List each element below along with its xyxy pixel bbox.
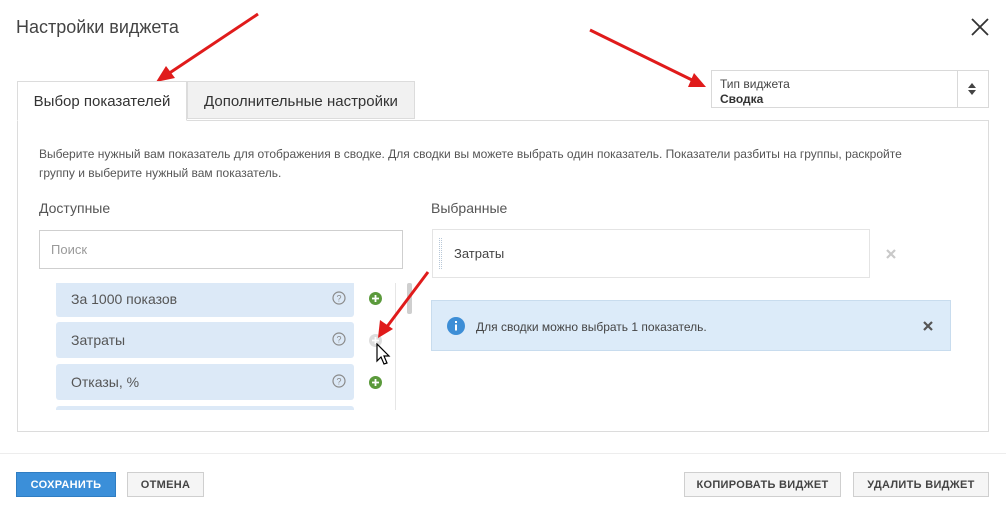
available-label: Доступные bbox=[39, 200, 111, 216]
selected-metric-label: Затраты bbox=[454, 246, 505, 261]
save-button[interactable]: СОХРАНИТЬ bbox=[16, 472, 116, 497]
plus-circle-icon[interactable] bbox=[369, 334, 382, 347]
info-text: Для сводки можно выбрать 1 показатель. bbox=[476, 320, 707, 334]
help-icon[interactable]: ? bbox=[332, 374, 346, 388]
svg-text:?: ? bbox=[336, 294, 341, 304]
metric-item-costs[interactable]: Затраты ? bbox=[56, 322, 354, 358]
dialog-title: Настройки виджета bbox=[16, 17, 179, 37]
select-divider bbox=[957, 71, 958, 107]
svg-text:?: ? bbox=[336, 377, 341, 387]
svg-text:?: ? bbox=[336, 335, 341, 345]
metric-item-per-1000-impressions[interactable]: За 1000 показов ? bbox=[56, 283, 354, 317]
info-alert: Для сводки можно выбрать 1 показатель. bbox=[431, 300, 951, 351]
help-icon[interactable]: ? bbox=[332, 332, 346, 346]
widget-type-value: Сводка bbox=[720, 92, 764, 106]
drag-handle[interactable] bbox=[439, 238, 442, 269]
metric-label: Затраты bbox=[71, 332, 126, 348]
tab-additional-settings[interactable]: Дополнительные настройки bbox=[187, 81, 415, 119]
list-divider bbox=[395, 283, 396, 410]
search-input[interactable] bbox=[39, 230, 403, 269]
metric-item-bounces[interactable]: Отказы, % ? bbox=[56, 364, 354, 400]
metric-label: За 1000 показов bbox=[71, 291, 178, 307]
selected-label: Выбранные bbox=[431, 200, 508, 216]
plus-circle-icon[interactable] bbox=[369, 376, 382, 389]
metric-item-next[interactable] bbox=[56, 406, 354, 410]
footer-divider bbox=[0, 453, 1006, 454]
close-icon[interactable] bbox=[923, 321, 933, 331]
close-icon[interactable] bbox=[968, 15, 992, 39]
delete-widget-button[interactable]: УДАЛИТЬ ВИДЖЕТ bbox=[853, 472, 989, 497]
remove-icon[interactable] bbox=[886, 249, 896, 259]
annotation-arrow bbox=[589, 28, 706, 87]
selected-metric-item[interactable]: Затраты bbox=[432, 229, 870, 278]
widget-type-select[interactable]: Тип виджета Сводка bbox=[711, 70, 989, 108]
description-text: Выберите нужный вам показатель для отобр… bbox=[39, 147, 902, 180]
plus-circle-icon[interactable] bbox=[369, 292, 382, 305]
tab-metric-selection[interactable]: Выбор показателей bbox=[17, 81, 187, 121]
widget-type-label: Тип виджета bbox=[720, 77, 790, 91]
sort-arrows-icon[interactable] bbox=[966, 81, 978, 97]
help-icon[interactable]: ? bbox=[332, 291, 346, 305]
info-icon bbox=[447, 317, 465, 335]
copy-widget-button[interactable]: КОПИРОВАТЬ ВИДЖЕТ bbox=[684, 472, 841, 497]
metric-label: Отказы, % bbox=[71, 374, 140, 390]
available-metrics-list[interactable]: За 1000 показов ? Затраты ? Отказы, % ? bbox=[39, 283, 415, 410]
close-button[interactable] bbox=[968, 15, 992, 39]
scrollbar-thumb[interactable] bbox=[407, 283, 412, 314]
cancel-button[interactable]: ОТМЕНА bbox=[127, 472, 204, 497]
